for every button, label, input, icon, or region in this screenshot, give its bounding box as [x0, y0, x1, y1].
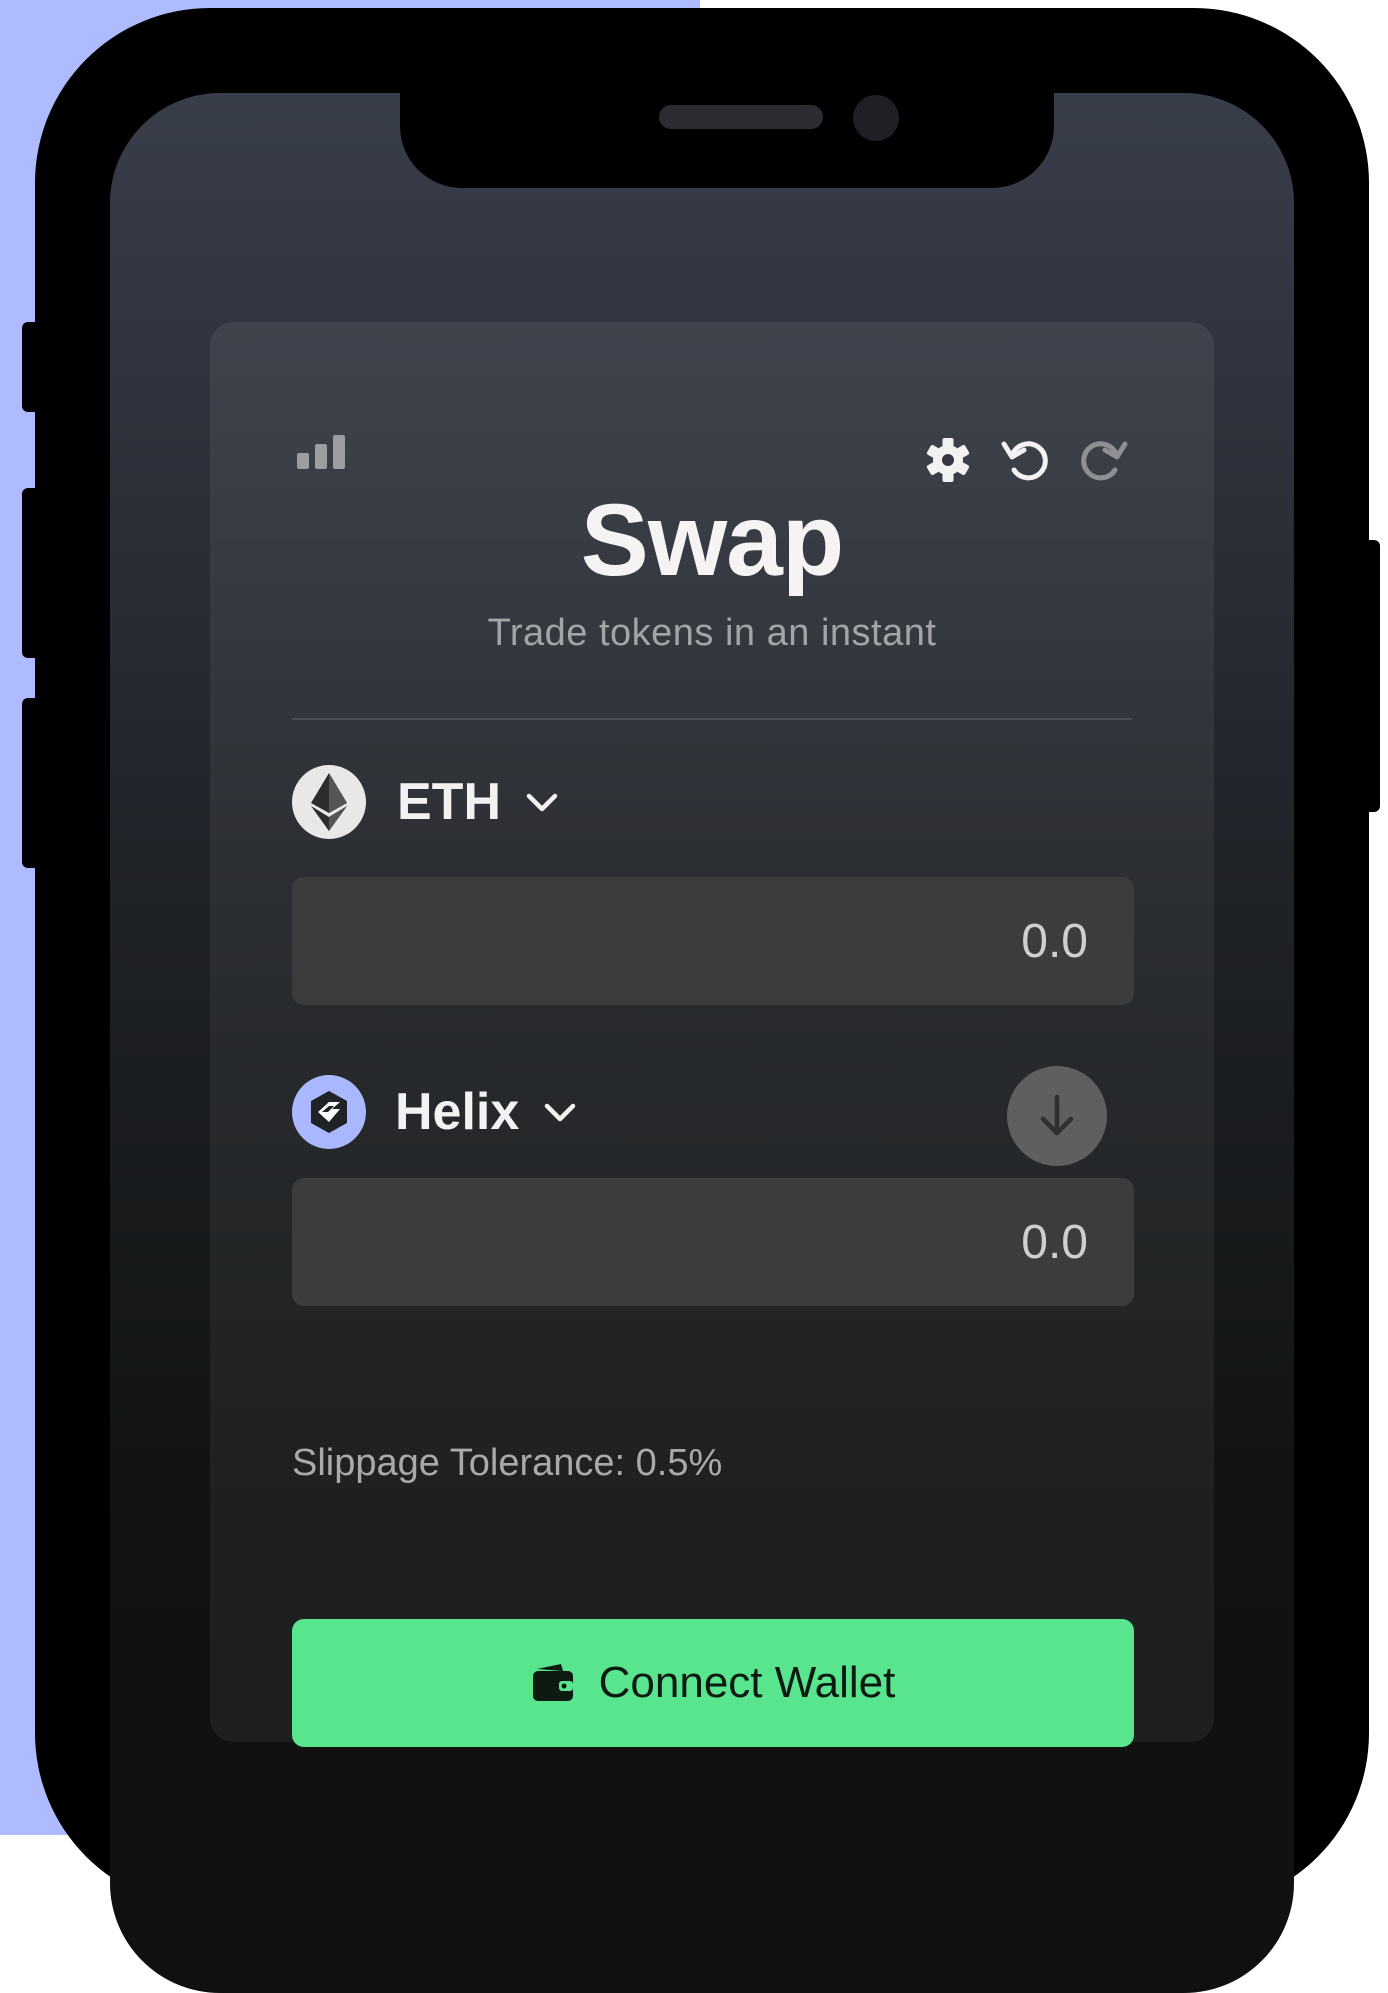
- header-divider: [292, 718, 1132, 720]
- page-title: Swap: [580, 483, 844, 597]
- phone-notch: [400, 93, 1054, 188]
- phone-screen: Swap Trade tokens in an instant ETH 0.0 …: [110, 93, 1294, 1993]
- to-token-symbol: Helix: [395, 1083, 520, 1141]
- connect-wallet-button[interactable]: Connect Wallet: [292, 1619, 1134, 1747]
- slippage-tolerance: Slippage Tolerance: 0.5%: [292, 1442, 723, 1484]
- ethereum-icon: [292, 765, 366, 839]
- from-token-symbol: ETH: [397, 773, 501, 831]
- connect-wallet-label: Connect Wallet: [598, 1658, 896, 1707]
- front-camera: [853, 95, 899, 141]
- from-amount-input[interactable]: [292, 877, 1134, 1005]
- phone-frame: Swap Trade tokens in an instant ETH 0.0 …: [35, 8, 1369, 1993]
- to-token-selector[interactable]: Helix: [292, 1072, 579, 1152]
- arrow-down-icon: [1040, 1094, 1074, 1136]
- helix-icon: [292, 1075, 366, 1149]
- signal-icon: [297, 435, 345, 469]
- wallet-icon: [532, 1664, 573, 1701]
- swap-direction-button[interactable]: [1007, 1066, 1107, 1166]
- speaker-grille: [659, 105, 823, 129]
- page-subtitle: Trade tokens in an instant: [487, 612, 937, 654]
- chevron-down-icon: [526, 793, 558, 812]
- gear-icon[interactable]: [922, 434, 974, 486]
- chevron-down-icon: [545, 1103, 576, 1122]
- undo-icon[interactable]: [1000, 434, 1052, 486]
- to-amount-input[interactable]: [292, 1178, 1134, 1306]
- from-token-selector[interactable]: ETH: [292, 762, 561, 842]
- redo-icon: [1081, 441, 1128, 481]
- swap-card: Swap Trade tokens in an instant ETH 0.0 …: [210, 322, 1214, 1747]
